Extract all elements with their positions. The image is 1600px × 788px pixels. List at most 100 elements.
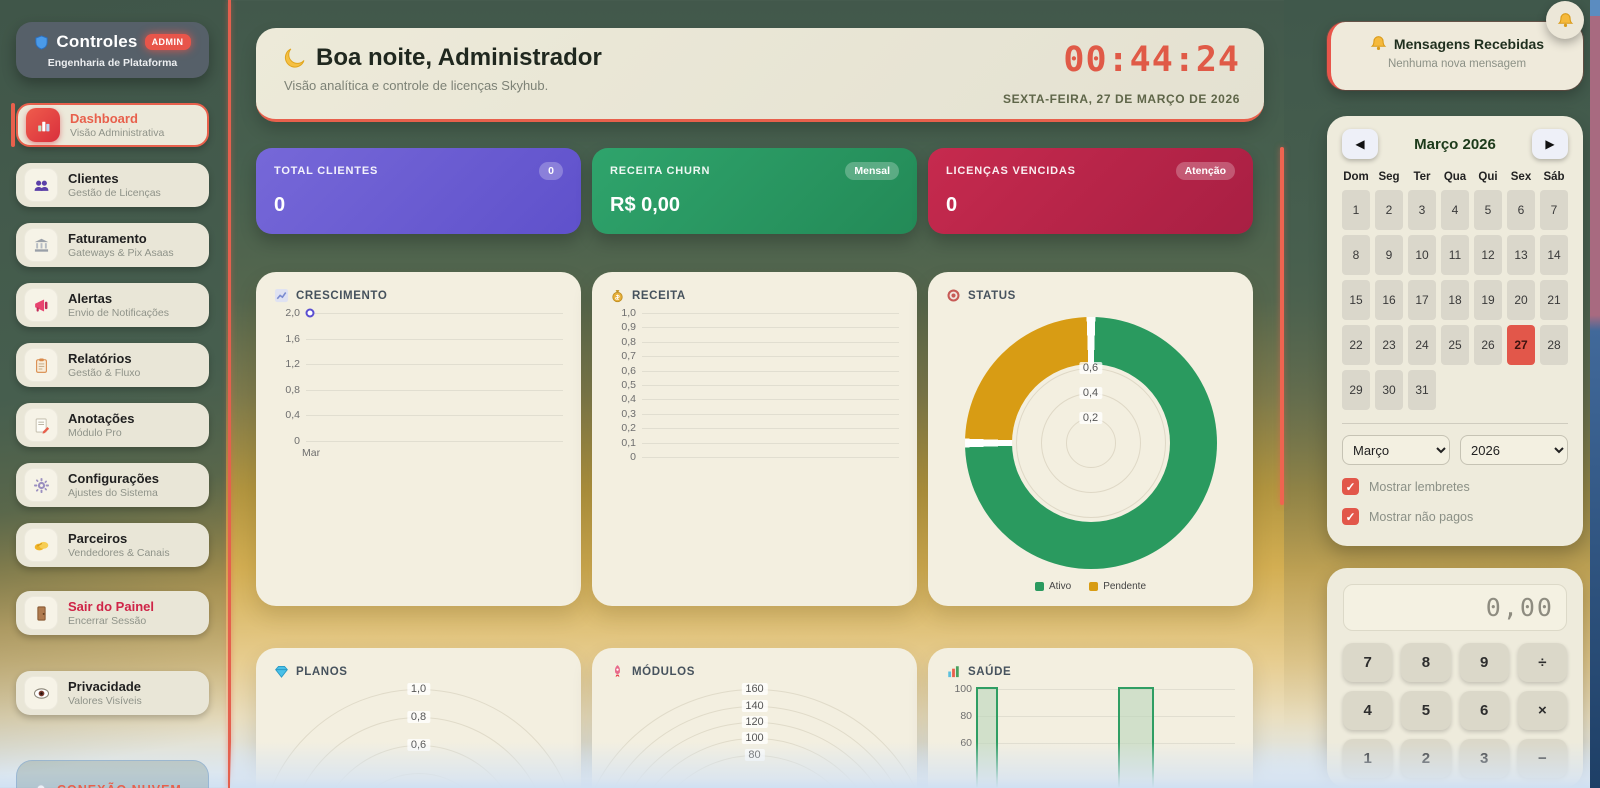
calc-key-÷[interactable]: ÷: [1517, 643, 1567, 682]
calendar-day[interactable]: 7: [1540, 190, 1568, 230]
year-select[interactable]: 2026: [1460, 435, 1568, 465]
calc-key-2[interactable]: 2: [1401, 739, 1451, 778]
sidebar-item-anotacoes[interactable]: Anotações Módulo Pro: [16, 403, 209, 447]
calendar-day[interactable]: 15: [1342, 280, 1370, 320]
radial-tick-label: 1,0: [406, 683, 431, 695]
calendar-day[interactable]: 24: [1408, 325, 1436, 365]
calendar-day[interactable]: 30: [1375, 370, 1403, 410]
checkbox-mostrar-nao-pagos[interactable]: ✓ Mostrar não pagos: [1342, 508, 1568, 525]
calc-key-8[interactable]: 8: [1401, 643, 1451, 682]
main-content: Boa noite, Administrador Visão analítica…: [256, 0, 1264, 788]
status-legend: Ativo Pendente: [946, 581, 1235, 592]
axis-tick-label: 60: [960, 737, 972, 749]
axis-tick-label: 0,9: [621, 321, 636, 334]
calendar-day[interactable]: 19: [1474, 280, 1502, 320]
stat-value: 0: [274, 194, 286, 216]
calendar-day[interactable]: 11: [1441, 235, 1469, 275]
sidebar-item-alertas[interactable]: Alertas Envio de Notificações: [16, 283, 209, 327]
calendar-day-header: Sáb: [1543, 171, 1565, 183]
calendar-day[interactable]: 23: [1375, 325, 1403, 365]
calendar-day[interactable]: 18: [1441, 280, 1469, 320]
calendar-day[interactable]: 8: [1342, 235, 1370, 275]
calc-key-7[interactable]: 7: [1343, 643, 1393, 682]
sidebar-item-privacidade[interactable]: Privacidade Valores Visíveis: [16, 671, 209, 715]
stat-value: 0: [946, 194, 958, 216]
radial-tick-label: 120: [741, 716, 768, 728]
calc-key-1[interactable]: 1: [1343, 739, 1393, 778]
sidebar-item-configuracoes[interactable]: Configurações Ajustes do Sistema: [16, 463, 209, 507]
notifications-button[interactable]: [1546, 1, 1584, 39]
gridline: [978, 689, 1235, 690]
calendar-day[interactable]: 12: [1474, 235, 1502, 275]
axis-tick-label: 0: [294, 435, 300, 447]
calendar-next-button[interactable]: ▶: [1532, 129, 1568, 159]
axis-tick-label: 0,4: [621, 393, 636, 406]
chart-card-crescimento: CRESCIMENTO 2,0 1,6 1,2 0,8 0,4 0 Mar: [256, 272, 581, 606]
calc-key-−[interactable]: −: [1517, 739, 1567, 778]
checkbox-mostrar-lembretes[interactable]: ✓ Mostrar lembretes: [1342, 478, 1568, 495]
calendar-day[interactable]: 21: [1540, 280, 1568, 320]
calendar-day-header: Ter: [1413, 171, 1431, 183]
messages-title: Mensagens Recebidas: [1393, 35, 1545, 52]
calendar-day[interactable]: 10: [1408, 235, 1436, 275]
app-title: Controles: [56, 32, 138, 51]
sidebar-item-title: Sair do Painel: [68, 598, 154, 614]
calendar-day[interactable]: 22: [1342, 325, 1370, 365]
sidebar-item-parceiros[interactable]: Parceiros Vendedores & Canais: [16, 523, 209, 567]
saude-bar: [1118, 687, 1154, 788]
sidebar-item-dashboard[interactable]: Dashboard Visão Administrativa: [11, 103, 209, 147]
calendar-day[interactable]: 6: [1507, 190, 1535, 230]
calendar-day[interactable]: 16: [1375, 280, 1403, 320]
calendar-day[interactable]: 26: [1474, 325, 1502, 365]
memo-icon: [24, 408, 58, 442]
sidebar-item-title: Anotações: [68, 410, 135, 426]
calendar-day-selected[interactable]: 27: [1507, 325, 1535, 365]
sidebar-item-relatorios[interactable]: Relatórios Gestão & Fluxo: [16, 343, 209, 387]
calendar-day[interactable]: 28: [1540, 325, 1568, 365]
moon-icon: [282, 46, 306, 70]
calc-key-9[interactable]: 9: [1459, 643, 1509, 682]
calc-key-4[interactable]: 4: [1343, 691, 1393, 730]
sidebar-item-title: Configurações: [68, 470, 160, 486]
calendar-day[interactable]: 9: [1375, 235, 1403, 275]
sidebar-item-faturamento[interactable]: Faturamento Gateways & Pix Asaas: [16, 223, 209, 267]
calendar-day[interactable]: 13: [1507, 235, 1535, 275]
saude-bar: [976, 687, 998, 788]
axis-tick-label: 0,8: [621, 335, 636, 348]
calc-key-3[interactable]: 3: [1459, 739, 1509, 778]
calendar-day[interactable]: 29: [1342, 370, 1370, 410]
calendar-prev-button[interactable]: ◀: [1342, 129, 1378, 159]
axis-tick-label: 0,3: [621, 407, 636, 420]
axis-tick-label: 1,0: [621, 307, 636, 319]
calendar-day[interactable]: 5: [1474, 190, 1502, 230]
receita-plot: 1,0 0,9 0,8 0,7 0,6 0,5 0,4 0,3 0,2 0,1 0: [610, 307, 899, 463]
sidebar-item-title: Faturamento: [68, 230, 147, 246]
target-icon: [946, 288, 961, 303]
cloud-connection-label: CONEXÃO NUVEM: [57, 783, 182, 788]
gridline: [642, 370, 899, 372]
calc-key-6[interactable]: 6: [1459, 691, 1509, 730]
sidebar-item-sair-do-painel[interactable]: Sair do Painel Encerrar Sessão: [16, 591, 209, 635]
page-scrollbar[interactable]: [1590, 0, 1600, 788]
calendar-day[interactable]: 31: [1408, 370, 1436, 410]
door-icon: [24, 596, 58, 630]
calendar-day[interactable]: 3: [1408, 190, 1436, 230]
calendar-day[interactable]: 25: [1441, 325, 1469, 365]
calendar-day[interactable]: 20: [1507, 280, 1535, 320]
calc-key-×[interactable]: ×: [1517, 691, 1567, 730]
calc-key-5[interactable]: 5: [1401, 691, 1451, 730]
calendar-day[interactable]: 2: [1375, 190, 1403, 230]
calendar-day[interactable]: 17: [1408, 280, 1436, 320]
clipboard-icon: [24, 348, 58, 382]
calendar-day[interactable]: 1: [1342, 190, 1370, 230]
calendar-day[interactable]: 4: [1441, 190, 1469, 230]
bank-icon: [24, 228, 58, 262]
month-select[interactable]: Março: [1342, 435, 1450, 465]
chart-card-saude: SAÚDE 100 80 60: [928, 648, 1253, 788]
sidebar-item-title: Relatórios: [68, 350, 132, 366]
calendar-day[interactable]: 14: [1540, 235, 1568, 275]
sidebar-item-subtitle: Envio de Notificações: [68, 306, 169, 319]
sidebar-item-clientes[interactable]: Clientes Gestão de Licenças: [16, 163, 209, 207]
stat-value: R$ 0,00: [610, 194, 681, 216]
axis-tick-label: 80: [960, 710, 972, 722]
